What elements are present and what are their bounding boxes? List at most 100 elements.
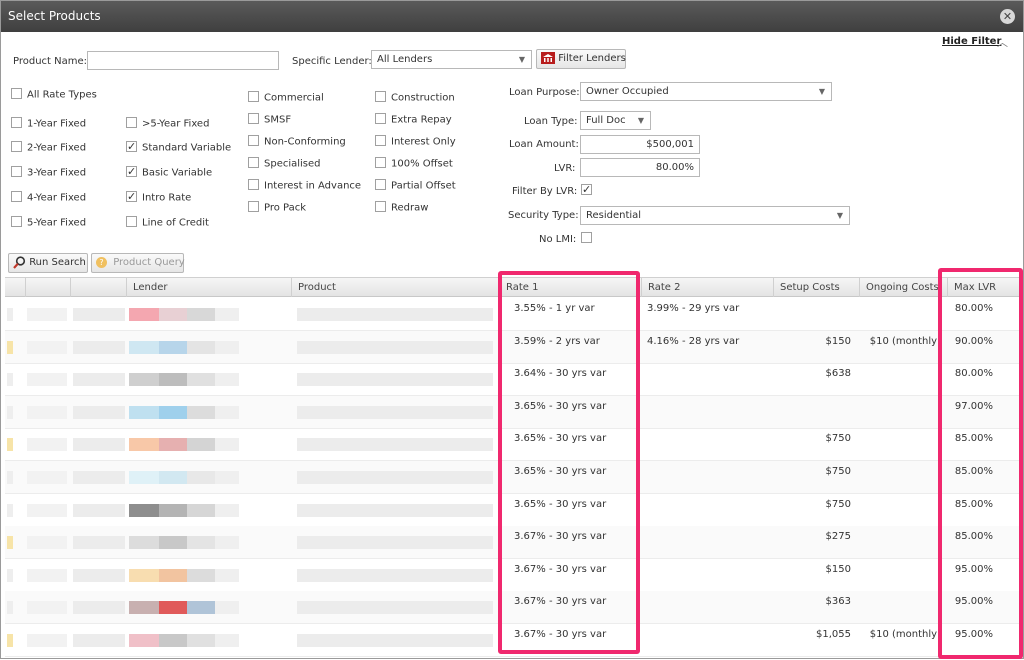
rate-type-standard-variable[interactable]: ✓ Standard Variable (126, 141, 231, 156)
no-lmi-label: No LMI: (539, 234, 577, 245)
redacted-content (73, 373, 125, 387)
rate-type-label: 3-Year Fixed (27, 167, 87, 179)
column-header-setup-costs[interactable]: Setup Costs (773, 278, 859, 297)
all-rate-types-checkbox[interactable]: All Rate Types (11, 88, 97, 103)
column-header-lender[interactable]: Lender (126, 278, 291, 297)
rate-type-line-of-credit[interactable]: Line of Credit (126, 216, 209, 231)
column-header-ongoing-costs[interactable]: Ongoing Costs (859, 278, 947, 297)
feature-commercial[interactable]: Commercial (248, 91, 324, 106)
redacted-content (159, 405, 187, 419)
rate-type-3-year-fixed[interactable]: 3-Year Fixed (11, 166, 87, 181)
loan-amount-input[interactable]: $500,001 (580, 135, 700, 154)
redacted-content (159, 503, 187, 517)
redacted-content (215, 568, 239, 582)
rate-type-label: 5-Year Fixed (27, 217, 87, 229)
redacted-content (159, 634, 187, 647)
product-query-button[interactable]: ? Product Query (91, 253, 185, 273)
redacted-content (73, 634, 125, 647)
feature-label: Extra Repay (391, 114, 452, 126)
feature-smsf[interactable]: SMSF (248, 113, 291, 128)
specific-lender-select[interactable]: All Lenders ▼ (371, 50, 532, 69)
column-header-product[interactable]: Product (291, 278, 499, 297)
redacted-content (159, 471, 187, 484)
bank-icon (541, 52, 555, 64)
rate-type-4-year-fixed[interactable]: 4-Year Fixed (11, 191, 86, 206)
redacted-content (27, 373, 67, 387)
redacted-content (159, 308, 187, 321)
redacted-content (73, 536, 125, 550)
redacted-content (7, 438, 13, 452)
column-header-rate-2[interactable]: Rate 2 (641, 278, 773, 297)
cell-setup-costs: $275 (825, 531, 851, 543)
rate-type-intro-rate[interactable]: ✓ Intro Rate (126, 191, 191, 206)
redacted-content (129, 568, 159, 582)
cell-rate-2 (647, 563, 771, 595)
feature-interest-only[interactable]: Interest Only (375, 135, 456, 150)
filter-by-lvr-checkbox[interactable]: ✓ (581, 184, 597, 199)
redacted-content (27, 308, 67, 321)
redacted-content (187, 471, 215, 484)
cell-ongoing-costs (861, 465, 941, 497)
feature-redraw[interactable]: Redraw (375, 201, 428, 216)
redacted-content (73, 438, 125, 452)
feature-100-offset[interactable]: 100% Offset (375, 157, 453, 172)
product-name-input[interactable] (87, 51, 279, 70)
loan-type-select[interactable]: Full Doc ▼ (580, 111, 651, 130)
redacted-content (129, 503, 159, 517)
security-type-select[interactable]: Residential ▼ (580, 206, 850, 225)
lvr-label: LVR: (554, 163, 576, 174)
feature-partial-offset[interactable]: Partial Offset (375, 179, 456, 194)
redacted-content (27, 340, 67, 354)
rate-type-2-year-fixed[interactable]: 2-Year Fixed (11, 141, 86, 156)
feature-construction[interactable]: Construction (375, 91, 455, 106)
feature-interest-in-advance[interactable]: Interest in Advance (248, 179, 361, 194)
redacted-content (129, 405, 159, 419)
cell-setup-costs: $750 (825, 466, 851, 477)
rate-type-1-year-fixed[interactable]: 1-Year Fixed (11, 117, 87, 132)
cell-setup-costs (775, 302, 851, 334)
feature-non-conforming[interactable]: Non-Conforming (248, 135, 346, 150)
redacted-content (215, 405, 239, 419)
rate-type-over-5-year-fixed[interactable]: >5-Year Fixed (126, 117, 209, 132)
no-lmi-checkbox[interactable] (581, 232, 597, 247)
lvr-input[interactable]: 80.00% (580, 158, 700, 177)
redacted-content (73, 568, 125, 582)
redacted-content (27, 503, 67, 517)
rate-type-label: 1-Year Fixed (27, 118, 87, 130)
rate-type-5-year-fixed[interactable]: 5-Year Fixed (11, 216, 87, 231)
cell-ongoing-costs (861, 595, 941, 627)
redacted-content (187, 503, 215, 517)
redacted-content (7, 373, 13, 387)
rate-1-highlight-box (498, 271, 640, 654)
redacted-content (187, 340, 215, 354)
feature-specialised[interactable]: Specialised (248, 157, 321, 172)
cell-setup-costs: $750 (825, 433, 851, 445)
hide-filter-link[interactable]: Hide Filter (942, 36, 1001, 47)
chevron-down-icon: ▼ (637, 116, 644, 125)
rate-type-basic-variable[interactable]: ✓ Basic Variable (126, 166, 212, 181)
redacted-content (187, 438, 215, 452)
filter-lenders-button[interactable]: Filter Lenders (536, 49, 626, 69)
redacted-content (73, 503, 125, 517)
chevron-up-icon[interactable]: ︿ (997, 34, 1008, 50)
run-search-button[interactable]: Run Search (8, 253, 88, 273)
redacted-content (187, 536, 215, 550)
redacted-content (297, 308, 493, 321)
loan-amount-label: Loan Amount: (509, 139, 579, 150)
redacted-content (215, 340, 239, 354)
feature-extra-repay[interactable]: Extra Repay (375, 113, 452, 128)
loan-purpose-label: Loan Purpose: (509, 87, 580, 98)
cell-ongoing-costs (861, 367, 941, 399)
max-lvr-highlight-box (938, 268, 1023, 659)
feature-pro-pack[interactable]: Pro Pack (248, 201, 306, 216)
close-icon[interactable]: ✕ (1000, 9, 1015, 24)
redacted-content (297, 471, 493, 484)
cell-setup-costs: $150 (825, 335, 851, 347)
cell-rate-2 (647, 628, 771, 660)
loan-purpose-select[interactable]: Owner Occupied ▼ (580, 82, 832, 101)
redacted-content (27, 568, 67, 582)
redacted-content (129, 438, 159, 452)
redacted-content (187, 568, 215, 582)
redacted-content (27, 471, 67, 484)
cell-setup-costs: $750 (825, 498, 851, 510)
